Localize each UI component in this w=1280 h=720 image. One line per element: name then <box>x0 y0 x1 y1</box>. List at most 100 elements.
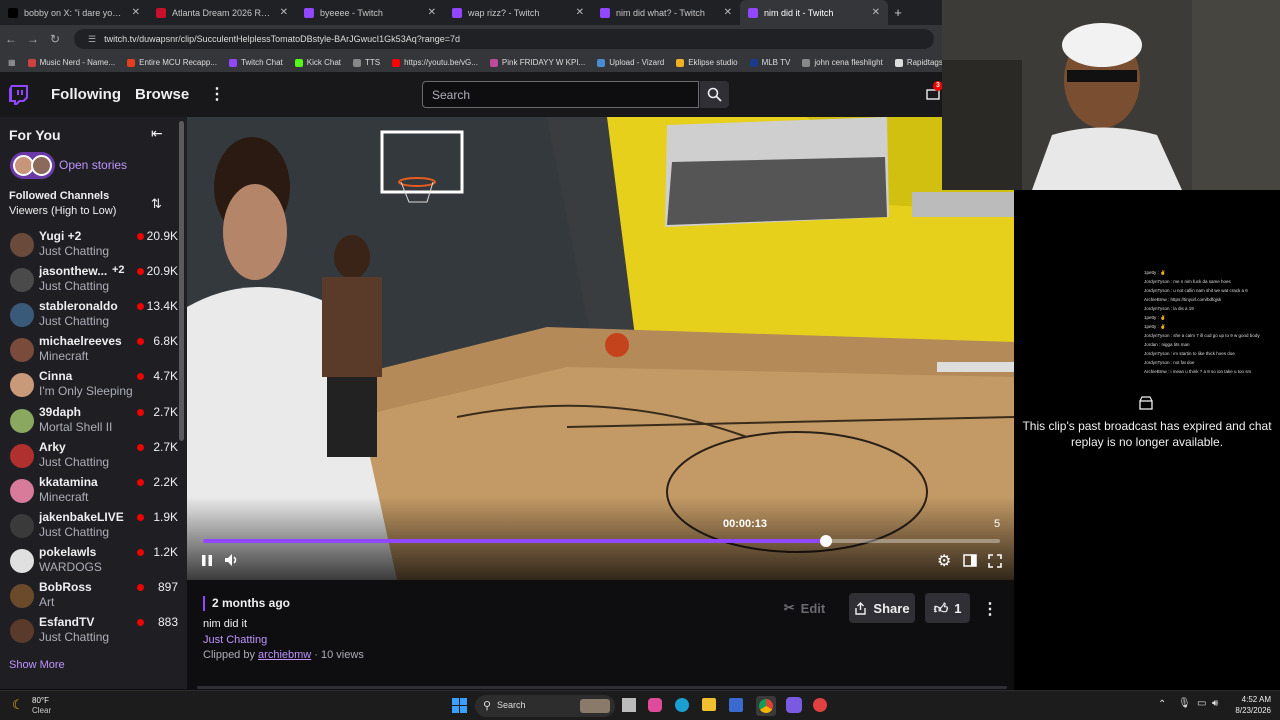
video-player[interactable]: 00:00:13 5 ⚙ <box>187 117 1014 580</box>
followed-sort-label: Viewers (High to Low) <box>9 205 117 217</box>
age-accent-bar <box>203 596 205 611</box>
followed-channel-item[interactable]: Arky Just Chatting 2.7K <box>8 438 178 472</box>
browser-tab[interactable]: Atlanta Dream 2026 Regular Se ✕ <box>148 0 296 25</box>
followed-channel-item[interactable]: EsfandTV Just Chatting 883 <box>8 613 178 647</box>
open-stories-link[interactable]: Open stories <box>59 158 127 172</box>
sort-icon[interactable]: ⇅ <box>151 196 162 212</box>
discord-icon[interactable] <box>786 697 802 713</box>
bookmark-item[interactable]: john cena fleshlight <box>802 58 883 67</box>
url-field[interactable]: ☰ twitch.tv/duwapsnr/clip/SucculentHelpl… <box>74 29 934 49</box>
bookmark-item[interactable]: TTS <box>352 58 380 67</box>
task-view-icon[interactable] <box>622 698 636 712</box>
bookmark-item[interactable]: Upload - Vizard <box>597 58 664 67</box>
channel-game: Minecraft <box>39 489 89 504</box>
recorder-icon[interactable] <box>813 698 827 712</box>
show-more-link[interactable]: Show More <box>9 659 65 671</box>
settings-gear-icon[interactable]: ⚙ <box>937 551 951 571</box>
forward-icon[interactable]: → <box>22 32 44 46</box>
followed-channel-item[interactable]: jakenbakeLIVE Just Chatting 1.9K <box>8 508 178 542</box>
nav-following[interactable]: Following <box>51 86 121 103</box>
viewer-count: 20.9K <box>146 264 178 279</box>
channel-game: Just Chatting <box>39 279 110 294</box>
tab-close-icon[interactable]: ✕ <box>872 7 880 18</box>
taskbar-search[interactable]: ⚲ Search <box>475 695 615 717</box>
bookmark-item[interactable]: MLB TV <box>749 58 790 67</box>
apps-icon[interactable]: ▦ <box>8 58 16 67</box>
back-icon[interactable]: ← <box>0 32 22 46</box>
sidebar-scrollbar[interactable] <box>179 121 184 441</box>
clip-category-link[interactable]: Just Chatting <box>203 634 267 646</box>
tab-close-icon[interactable]: ✕ <box>280 7 288 18</box>
taskbar-search-icon: ⚲ <box>483 700 492 712</box>
more-actions-icon[interactable]: ⋮ <box>982 599 998 619</box>
pause-icon[interactable] <box>201 554 213 567</box>
browser-tab[interactable]: nim did what? - Twitch ✕ <box>592 0 740 25</box>
clipper-link[interactable]: archiebmw <box>258 649 311 661</box>
followed-channel-item[interactable]: pokelawls WARDOGS 1.2K <box>8 543 178 577</box>
followed-channel-item[interactable]: michaelreeves Minecraft 6.8K <box>8 332 178 366</box>
bookmark-favicon-icon <box>489 58 498 67</box>
clock-date[interactable]: 8/23/2026 <box>1227 706 1271 715</box>
edit-button[interactable]: ✂ Edit <box>777 593 832 623</box>
live-indicator-icon <box>137 303 144 311</box>
network-icon[interactable]: ▭ <box>1197 698 1206 709</box>
more-options-icon[interactable]: ⋮ <box>209 84 225 104</box>
bookmark-item[interactable]: https://youtu.be/vG... <box>392 58 478 67</box>
reload-icon[interactable]: ↻ <box>44 32 66 46</box>
followed-channel-item[interactable]: kkatamina Minecraft 2.2K <box>8 473 178 507</box>
windows-start-icon[interactable] <box>452 698 467 713</box>
channel-game: WARDOGS <box>39 559 102 574</box>
followed-channel-item[interactable]: jasonthew... Just Chatting 20.9K +2 <box>8 262 178 296</box>
site-info-icon[interactable]: ☰ <box>88 34 96 45</box>
bookmark-item[interactable]: Eklipse studio <box>676 58 738 67</box>
nav-browse[interactable]: Browse <box>135 86 189 103</box>
volume-icon[interactable] <box>224 553 240 567</box>
chat-overlay: 1petty : ✌ JordynTyson : me n nim fuck da… <box>1144 268 1274 376</box>
mic-icon[interactable]: 🎙︎ <box>1178 698 1191 709</box>
followed-channel-item[interactable]: 39daph Mortal Shell II 2.7K <box>8 403 178 437</box>
bookmark-item[interactable]: Music Nerd - Name... <box>27 58 115 67</box>
clock-time[interactable]: 4:52 AM <box>1227 695 1271 704</box>
followed-channel-item[interactable]: Yugi +2 Just Chatting 20.9K <box>8 227 178 261</box>
followed-channel-item[interactable]: Cinna I'm Only Sleeping 4.7K <box>8 367 178 401</box>
new-tab-icon[interactable]: + <box>888 0 908 25</box>
search-button[interactable] <box>700 81 729 108</box>
bookmark-item[interactable]: Twitch Chat <box>228 58 283 67</box>
seek-bar[interactable] <box>203 535 1000 547</box>
edge-icon[interactable] <box>675 698 689 712</box>
tab-close-icon[interactable]: ✕ <box>428 7 436 18</box>
weather-icon[interactable]: ☾ <box>12 697 24 713</box>
clip-meta: Clipped by archiebmw · 10 views <box>203 649 364 661</box>
search-placeholder: Search <box>432 88 471 102</box>
followed-channel-item[interactable]: BobRoss Art 897 <box>8 578 178 612</box>
tab-close-icon[interactable]: ✕ <box>576 7 584 18</box>
browser-tab[interactable]: wap rizz? - Twitch ✕ <box>444 0 592 25</box>
tab-close-icon[interactable]: ✕ <box>132 7 140 18</box>
file-explorer-icon[interactable] <box>702 698 716 711</box>
share-button[interactable]: Share <box>849 593 915 623</box>
twitch-logo-icon[interactable] <box>9 85 28 105</box>
tab-close-icon[interactable]: ✕ <box>724 7 732 18</box>
tab-favicon-icon <box>748 7 758 18</box>
stories-avatars[interactable] <box>10 152 55 179</box>
bookmark-item[interactable]: Entire MCU Recapp... <box>127 58 217 67</box>
bookmark-item[interactable]: Rapidtags | YouTub... <box>894 58 942 67</box>
copilot-icon[interactable] <box>648 698 662 712</box>
bookmark-item[interactable]: Kick Chat <box>294 58 341 67</box>
store-icon[interactable] <box>729 698 743 712</box>
fullscreen-icon[interactable] <box>988 554 1002 568</box>
clip-timestamp: 00:00:13 <box>723 518 768 530</box>
chat-overlay-line: ArchieBmw : i mean u think ? a 8 so ion … <box>1144 369 1252 374</box>
tray-chevron-icon[interactable]: ⌃ <box>1158 699 1166 710</box>
chrome-taskbar-button[interactable] <box>756 696 776 716</box>
browser-tab[interactable]: byeeee - Twitch ✕ <box>296 0 444 25</box>
like-button[interactable]: 👍︎ 1 <box>925 593 970 623</box>
browser-tab[interactable]: nim did it - Twitch ✕ <box>740 0 888 25</box>
collapse-sidebar-icon[interactable]: ⇤ <box>151 125 163 142</box>
search-input[interactable]: Search <box>422 81 699 108</box>
theatre-mode-icon[interactable] <box>963 554 977 567</box>
bookmark-item[interactable]: Pink FRIDAYY W KPI... <box>489 58 585 67</box>
browser-tab[interactable]: bobby on X: "i dare you to unm ✕ <box>0 0 148 25</box>
followed-channel-item[interactable]: stableronaldo Just Chatting 13.4K <box>8 297 178 331</box>
speaker-icon[interactable]: 🔊︎ <box>1212 698 1218 709</box>
